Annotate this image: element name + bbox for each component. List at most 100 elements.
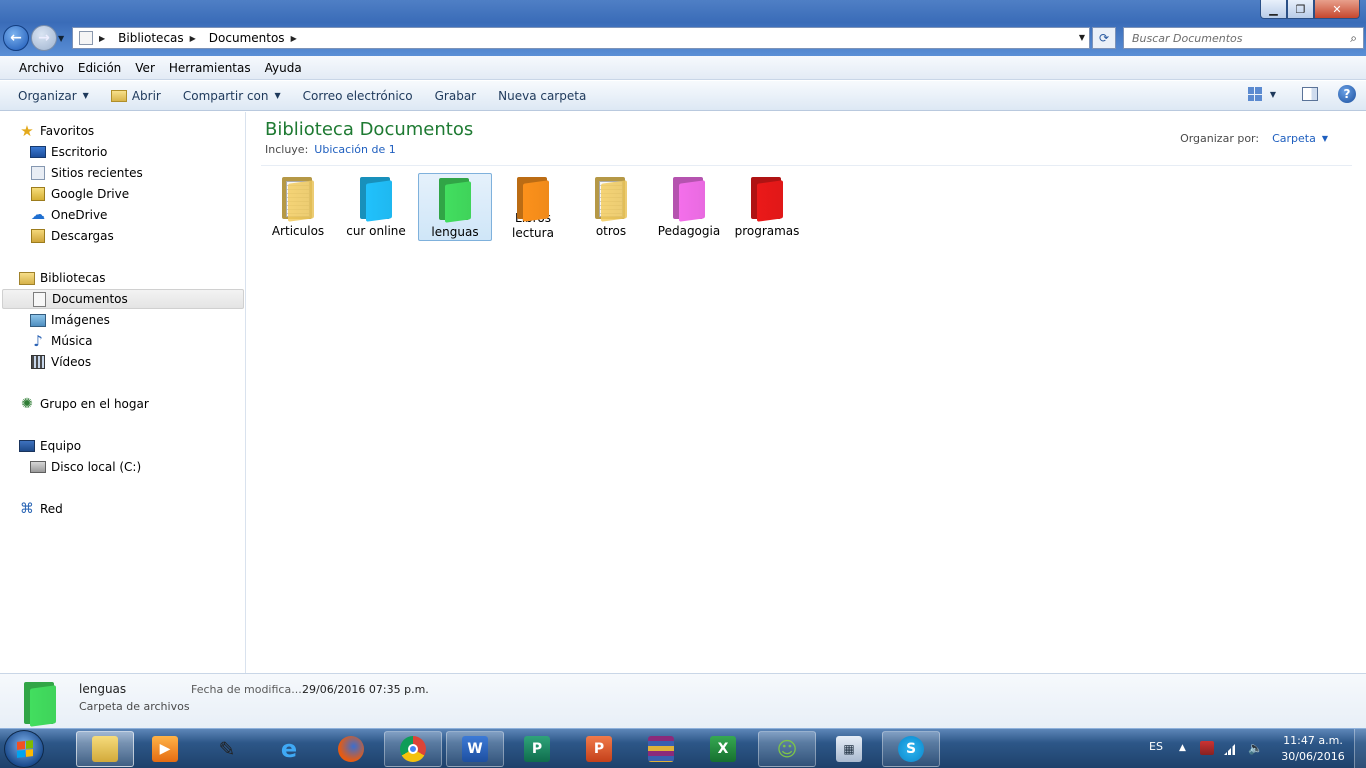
organize-button[interactable]: Organizar ▼ xyxy=(10,89,97,103)
taskbar-messenger[interactable]: ☺ xyxy=(758,731,816,767)
refresh-icon: ⟳ xyxy=(1098,31,1110,45)
share-with-button[interactable]: Compartir con ▼ xyxy=(175,89,289,103)
arrange-by: Organizar por: Carpeta ▼ xyxy=(1180,132,1328,145)
folder-icon xyxy=(280,175,316,223)
taskbar-winrar[interactable] xyxy=(632,731,690,767)
breadcrumb-separator[interactable]: ▶ xyxy=(190,34,203,43)
nav-equipo[interactable]: Equipo xyxy=(19,436,81,456)
close-button[interactable]: ✕ xyxy=(1314,0,1360,19)
recent-pages-dropdown[interactable]: ▼ xyxy=(58,34,64,43)
search-icon[interactable]: ⌕ xyxy=(1350,31,1357,46)
nav-google-drive[interactable]: Google Drive xyxy=(30,184,129,204)
window-controls: ▁ ❐ ✕ xyxy=(1260,0,1360,19)
help-icon[interactable]: ? xyxy=(1338,85,1356,103)
taskbar-internet-explorer[interactable]: e xyxy=(260,731,318,767)
preview-pane-icon[interactable] xyxy=(1302,87,1318,101)
taskbar-publisher[interactable]: P xyxy=(508,731,566,767)
nav-videos[interactable]: Vídeos xyxy=(30,352,91,372)
folder-item[interactable]: programas xyxy=(730,173,804,241)
nav-label: Documentos xyxy=(52,292,128,306)
taskbar-excel[interactable]: X xyxy=(694,731,752,767)
folder-item[interactable]: Libros lectura xyxy=(496,173,570,241)
show-desktop-button[interactable] xyxy=(1354,729,1366,768)
burn-button[interactable]: Grabar xyxy=(427,89,485,103)
nav-red[interactable]: ⌘ Red xyxy=(19,499,63,519)
volume-icon[interactable]: 🔈 xyxy=(1248,741,1263,755)
back-button[interactable]: ← xyxy=(3,25,29,51)
maximize-button[interactable]: ❐ xyxy=(1287,0,1314,19)
taskbar-media-player[interactable]: ▶ xyxy=(136,731,194,767)
publisher-icon: P xyxy=(524,736,550,762)
share-label: Compartir con xyxy=(182,88,269,103)
open-button[interactable]: Abrir xyxy=(103,89,169,103)
arrow-right-icon: → xyxy=(38,30,50,46)
folder-item[interactable]: Articulos xyxy=(261,173,335,241)
taskbar-skype[interactable]: S xyxy=(882,731,940,767)
nav-label: OneDrive xyxy=(51,208,108,222)
taskbar-powerpoint[interactable]: P xyxy=(570,731,628,767)
language-indicator[interactable]: ES xyxy=(1149,740,1163,753)
arrange-by-dropdown[interactable]: Carpeta xyxy=(1272,132,1316,145)
breadcrumb-documentos[interactable]: Documentos xyxy=(209,31,285,45)
change-view-icon[interactable] xyxy=(1247,87,1262,101)
start-button[interactable] xyxy=(4,730,44,768)
address-bar[interactable]: ▶ Bibliotecas ▶ Documentos ▶ ▼ xyxy=(72,27,1090,49)
nav-documentos[interactable]: Documentos xyxy=(2,289,244,309)
nav-disco-local[interactable]: Disco local (C:) xyxy=(30,457,141,477)
nav-bibliotecas[interactable]: Bibliotecas xyxy=(19,268,105,288)
local-disk-icon xyxy=(30,459,46,475)
open-label: Abrir xyxy=(131,88,161,103)
breadcrumb-label: Bibliotecas xyxy=(118,31,184,45)
network-signal-icon[interactable] xyxy=(1224,741,1238,755)
new-folder-button[interactable]: Nueva carpeta xyxy=(490,89,594,103)
command-bar: Organizar ▼ Abrir Compartir con ▼ Correo e… xyxy=(0,81,1366,111)
show-hidden-icons-icon[interactable]: ▲ xyxy=(1179,743,1186,753)
nav-imagenes[interactable]: Imágenes xyxy=(30,310,110,330)
chevron-right-icon: ▶ xyxy=(290,33,297,43)
folder-item[interactable]: otros xyxy=(574,173,648,241)
folder-item[interactable]: cur online xyxy=(339,173,413,241)
folder-item[interactable]: Pedagogia xyxy=(652,173,726,241)
chevron-right-icon: ▶ xyxy=(189,33,196,43)
clock-time: 11:47 a.m. xyxy=(1283,734,1343,747)
breadcrumb-root[interactable]: ▶ xyxy=(99,34,112,43)
chevron-down-icon[interactable]: ▼ xyxy=(1079,33,1085,42)
email-button[interactable]: Correo electrónico xyxy=(295,89,421,103)
nav-favorites[interactable]: ★ Favoritos xyxy=(19,121,94,141)
taskbar-chrome[interactable] xyxy=(384,731,442,767)
menu-ayuda[interactable]: Ayuda xyxy=(258,61,309,75)
nav-onedrive[interactable]: ☁ OneDrive xyxy=(30,205,107,225)
minimize-button[interactable]: ▁ xyxy=(1260,0,1287,19)
menu-archivo[interactable]: Archivo xyxy=(12,61,71,75)
nav-descargas[interactable]: Descargas xyxy=(30,226,114,246)
chevron-down-icon[interactable]: ▼ xyxy=(1322,134,1328,143)
taskbar-firefox[interactable] xyxy=(322,731,380,767)
folder-item[interactable]: lenguas xyxy=(418,173,492,241)
taskbar-calculator[interactable]: ▦ xyxy=(820,731,878,767)
refresh-button[interactable]: ⟳ xyxy=(1092,27,1116,49)
folder-icon xyxy=(437,176,473,224)
details-type: Carpeta de archivos xyxy=(79,700,190,713)
chevron-down-icon: ▼ xyxy=(82,91,89,100)
taskbar-microphone[interactable]: ✎ xyxy=(198,731,256,767)
search-input[interactable] xyxy=(1132,31,1332,45)
taskbar-explorer[interactable] xyxy=(76,731,134,767)
nav-grupo-hogar[interactable]: ✺ Grupo en el hogar xyxy=(19,394,149,414)
menu-herramientas[interactable]: Herramientas xyxy=(162,61,258,75)
taskbar-word[interactable]: W xyxy=(446,731,504,767)
breadcrumb-bibliotecas[interactable]: Bibliotecas xyxy=(118,31,183,45)
breadcrumb-separator[interactable]: ▶ xyxy=(291,34,304,43)
tray-app-icon[interactable] xyxy=(1200,741,1214,755)
menu-ver[interactable]: Ver xyxy=(128,61,162,75)
libraries-icon xyxy=(19,270,35,286)
folder-label: lenguas xyxy=(431,225,479,239)
menu-edicion[interactable]: Edición xyxy=(71,61,128,75)
nav-escritorio[interactable]: Escritorio xyxy=(30,142,107,162)
includes-locations-link[interactable]: Ubicación de 1 xyxy=(314,143,395,156)
nav-sitios-recientes[interactable]: Sitios recientes xyxy=(30,163,143,183)
view-options-dropdown[interactable]: ▼ xyxy=(1270,90,1276,99)
nav-musica[interactable]: ♪ Música xyxy=(30,331,92,351)
forward-button[interactable]: → xyxy=(31,25,57,51)
search-box[interactable]: ⌕ xyxy=(1123,27,1364,49)
system-clock[interactable]: 11:47 a.m. 30/06/2016 xyxy=(1276,733,1350,765)
